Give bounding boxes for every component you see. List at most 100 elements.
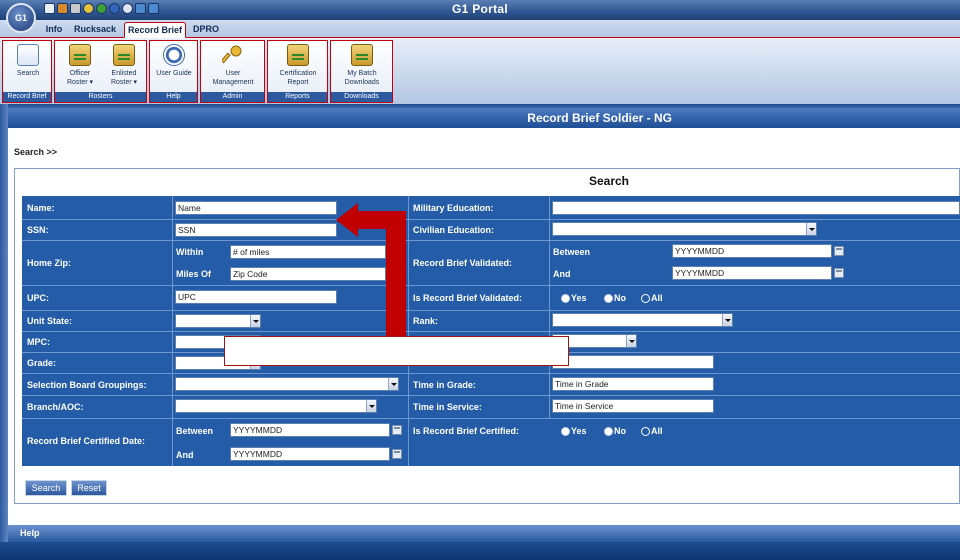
- is-validated-label: Is Record Brief Validated:: [413, 293, 523, 303]
- ssn-input[interactable]: SSN: [175, 223, 337, 237]
- reset-button[interactable]: Reset: [71, 480, 107, 496]
- selection-board-select[interactable]: [175, 377, 399, 391]
- page-title: Record Brief Soldier - NG: [527, 111, 672, 125]
- ribbon-group-admin: User Management Admin: [200, 40, 265, 103]
- grade-label: Grade:: [27, 358, 57, 368]
- tab-info[interactable]: Info: [42, 22, 66, 38]
- bottom-bar: [0, 542, 960, 560]
- branch-aoc-select[interactable]: [175, 399, 377, 413]
- validated-label: Record Brief Validated:: [413, 258, 513, 268]
- rank-label: Rank:: [413, 316, 439, 326]
- validated-all-radio[interactable]: All: [640, 292, 663, 304]
- validated-yes-radio[interactable]: Yes: [560, 292, 587, 304]
- time-in-grade-input[interactable]: Time in Grade: [552, 377, 714, 391]
- within-miles-input[interactable]: # of miles: [230, 245, 386, 259]
- calendar-icon[interactable]: [392, 425, 402, 435]
- name-label: Name:: [27, 203, 55, 213]
- key-icon: [220, 44, 244, 66]
- home-zip-label: Home Zip:: [27, 258, 71, 268]
- red-arrow-head: [336, 203, 358, 237]
- certified-date-label: Record Brief Certified Date:: [27, 436, 146, 446]
- smiley-icon[interactable]: [83, 3, 94, 14]
- enlisted-roster-button[interactable]: Enlisted Roster ▾: [102, 43, 146, 93]
- time-in-service-label: Time in Service:: [413, 402, 482, 412]
- save-icon[interactable]: [135, 3, 146, 14]
- print-icon[interactable]: [44, 3, 55, 14]
- within-label: Within: [176, 247, 204, 257]
- certified-all-radio[interactable]: All: [640, 425, 663, 437]
- ribbon-group-rosters: Officer Roster ▾ Enlisted Roster ▾ Roste…: [54, 40, 147, 103]
- validated-no-radio[interactable]: No: [603, 292, 626, 304]
- left-edge: [0, 104, 8, 560]
- upc-input[interactable]: UPC: [175, 290, 337, 304]
- unit-state-select[interactable]: [175, 314, 261, 328]
- chevron-down-icon: [806, 223, 816, 235]
- report-icon: [287, 44, 309, 66]
- page-header: Record Brief Soldier - NG: [0, 108, 960, 128]
- refresh-icon[interactable]: [96, 3, 107, 14]
- military-education-input[interactable]: [552, 201, 960, 215]
- branch-aoc-label: Branch/AOC:: [27, 402, 84, 412]
- ribbon-group-help: User Guide Help: [149, 40, 198, 103]
- certified-between-input[interactable]: YYYYMMDD: [230, 423, 390, 437]
- certification-report-button[interactable]: Certification Report: [269, 43, 327, 93]
- upc-label: UPC:: [27, 293, 49, 303]
- calendar-icon[interactable]: [392, 449, 402, 459]
- civilian-education-select[interactable]: [552, 222, 817, 236]
- time-in-grade-label: Time in Grade:: [413, 380, 476, 390]
- officer-roster-button[interactable]: Officer Roster ▾: [58, 43, 102, 93]
- image-icon[interactable]: [148, 3, 159, 14]
- my-batch-downloads-button[interactable]: My Batch Downloads: [333, 43, 391, 93]
- roster-icon: [113, 44, 135, 66]
- calendar-icon[interactable]: [834, 268, 844, 278]
- validated-between-input[interactable]: YYYYMMDD: [672, 244, 832, 258]
- help-bar[interactable]: Help: [8, 525, 960, 542]
- info-icon[interactable]: [109, 3, 120, 14]
- ssn-label: SSN:: [27, 225, 49, 235]
- user-guide-button[interactable]: User Guide: [151, 43, 197, 93]
- certified-yes-radio[interactable]: Yes: [560, 425, 587, 437]
- is-certified-label: Is Record Brief Certified:: [413, 426, 520, 436]
- help-label: Help: [20, 528, 40, 538]
- validated-and-label: And: [553, 269, 571, 279]
- search-people-icon: [17, 44, 39, 66]
- roster-icon: [69, 44, 91, 66]
- settings-icon[interactable]: [57, 3, 68, 14]
- download-icon: [351, 44, 373, 66]
- red-arrow: [386, 211, 406, 343]
- selection-board-label: Selection Board Groupings:: [27, 380, 147, 390]
- callout-box: [224, 336, 569, 366]
- civilian-education-label: Civilian Education:: [413, 225, 495, 235]
- certified-and-input[interactable]: YYYYMMDD: [230, 447, 390, 461]
- time-in-service-input[interactable]: Time in Service: [552, 399, 714, 413]
- row8-input[interactable]: FT: [552, 355, 714, 369]
- ribbon-search-button[interactable]: Search: [6, 43, 50, 93]
- tab-rucksack[interactable]: Rucksack: [70, 22, 120, 38]
- certified-no-radio[interactable]: No: [603, 425, 626, 437]
- help-icon[interactable]: [122, 3, 133, 14]
- chevron-down-icon: [366, 400, 376, 412]
- zip-code-input[interactable]: Zip Code: [230, 267, 386, 281]
- validated-between-label: Between: [553, 247, 591, 257]
- chevron-down-icon: [722, 314, 732, 326]
- tab-record-brief[interactable]: Record Brief: [124, 22, 186, 38]
- chevron-down-icon: [388, 378, 398, 390]
- tools-icon[interactable]: [70, 3, 81, 14]
- certified-and-label: And: [176, 450, 194, 460]
- breadcrumb[interactable]: Search >>: [14, 147, 57, 157]
- certified-between-label: Between: [176, 426, 214, 436]
- mpc-label: MPC:: [27, 337, 50, 347]
- search-button[interactable]: Search: [25, 480, 67, 496]
- validated-and-input[interactable]: YYYYMMDD: [672, 266, 832, 280]
- name-input[interactable]: Name: [175, 201, 337, 215]
- miles-of-label: Miles Of: [176, 269, 212, 279]
- calendar-icon[interactable]: [834, 246, 844, 256]
- user-management-button[interactable]: User Management: [203, 43, 263, 93]
- ribbon-group-downloads: My Batch Downloads Downloads: [330, 40, 393, 103]
- g1-logo[interactable]: G1: [6, 3, 36, 33]
- tab-dpro[interactable]: DPRO: [190, 22, 222, 38]
- panel-title: Search: [588, 174, 630, 188]
- guide-icon: [163, 44, 185, 66]
- chevron-down-icon: [250, 315, 260, 327]
- rank-select[interactable]: [552, 313, 733, 327]
